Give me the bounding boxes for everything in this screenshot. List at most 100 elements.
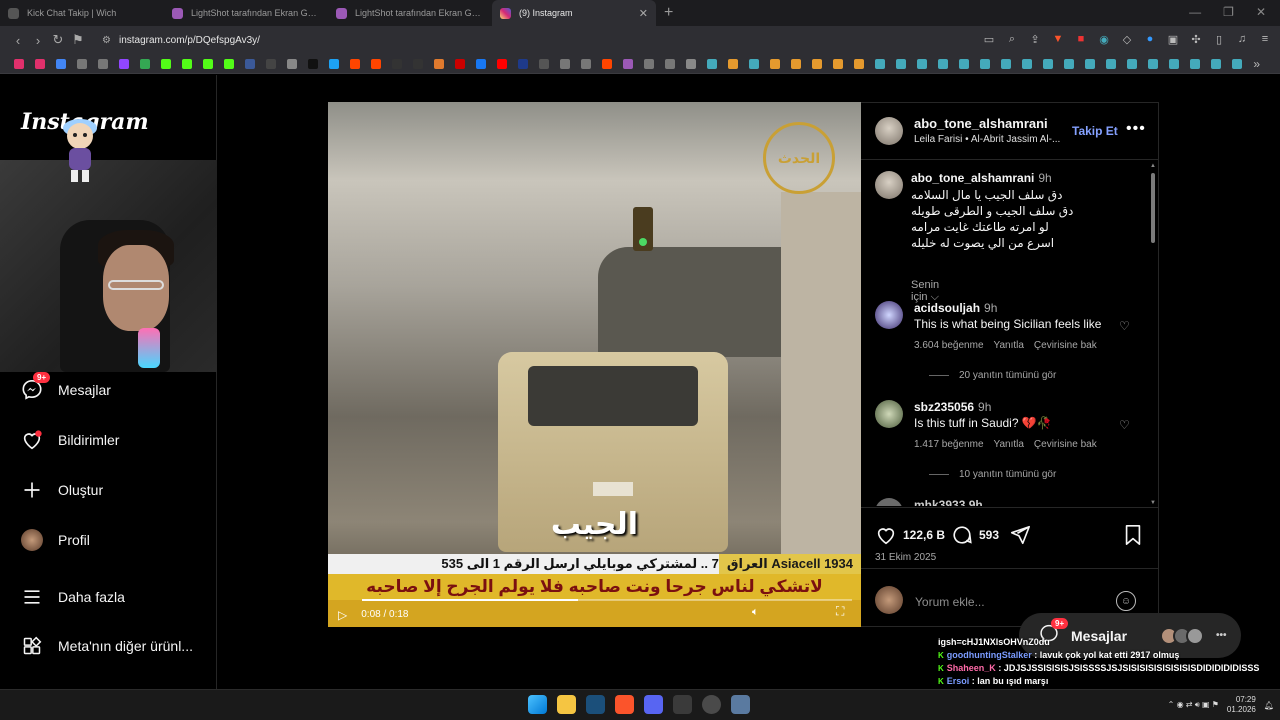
commenter-username[interactable]: sbz235056 (914, 400, 974, 414)
extension-icon[interactable]: ◉ (1097, 32, 1111, 46)
bookmark-icon[interactable]: ⚑ (68, 32, 88, 48)
bookmark-favicon-icon[interactable] (911, 54, 932, 74)
bookmark-favicon-icon[interactable] (386, 54, 407, 74)
bookmark-favicon-icon[interactable] (617, 54, 638, 74)
bookmark-favicon-icon[interactable] (554, 54, 575, 74)
bookmark-favicon-icon[interactable] (344, 54, 365, 74)
comment-input[interactable]: Yorum ekle... (915, 595, 985, 609)
bookmark-favicon-icon[interactable] (722, 54, 743, 74)
bookmark-favicon-icon[interactable] (1163, 54, 1184, 74)
bookmark-favicon-icon[interactable] (743, 54, 764, 74)
bookmark-favicon-icon[interactable] (638, 54, 659, 74)
cast-icon[interactable]: ▭ (982, 32, 996, 46)
extension-icon[interactable]: ■ (1074, 32, 1088, 46)
bookmark-favicon-icon[interactable] (92, 54, 113, 74)
bookmark-favicon-icon[interactable] (1226, 54, 1247, 74)
bookmark-favicon-icon[interactable] (155, 54, 176, 74)
sidebar-item-meta[interactable]: Meta'nın diğer ürünl... (20, 634, 193, 658)
translate-button[interactable]: Çevirisine bak (1034, 340, 1097, 351)
bookmark-favicon-icon[interactable] (533, 54, 554, 74)
app-icon[interactable] (673, 695, 692, 714)
tab-kick-chat[interactable]: Kick Chat Takip | Wich (0, 0, 164, 26)
bookmark-favicon-icon[interactable] (680, 54, 701, 74)
extensions-puzzle-icon[interactable]: ✣ (1189, 32, 1203, 46)
author-avatar[interactable] (875, 117, 903, 145)
scroll-up-icon[interactable]: ▲ (1150, 163, 1156, 169)
bookmark-favicon-icon[interactable] (113, 54, 134, 74)
tray-icons[interactable]: ⌃ ◉ ⇄ 🔊︎ ▣ ⚑ (1168, 700, 1219, 710)
bookmark-favicon-icon[interactable] (491, 54, 512, 74)
reload-icon[interactable]: ↻ (48, 32, 68, 48)
bookmark-favicon-icon[interactable] (785, 54, 806, 74)
media-icon[interactable]: ♫ (1235, 32, 1249, 46)
play-icon[interactable]: ▷ (338, 608, 347, 622)
bookmark-favicon-icon[interactable] (659, 54, 680, 74)
bookmark-favicon-icon[interactable] (512, 54, 533, 74)
discord-icon[interactable] (644, 695, 663, 714)
like-comment-icon[interactable]: ♡ (1119, 418, 1130, 432)
back-icon[interactable]: ‹ (8, 33, 28, 48)
like-button[interactable]: 122,6 B (875, 524, 945, 546)
commenter-avatar[interactable] (875, 301, 903, 329)
bookmark-favicon-icon[interactable] (953, 54, 974, 74)
zoom-icon[interactable]: ⌕ (1005, 32, 1019, 46)
tab-lightshot-2[interactable]: LightShot tarafından Ekran Görüntüs (328, 0, 492, 26)
obs-icon[interactable] (702, 695, 721, 714)
bookmark-favicon-icon[interactable] (260, 54, 281, 74)
bookmark-favicon-icon[interactable] (407, 54, 428, 74)
clock[interactable]: 07:29 01.2026 (1227, 695, 1256, 715)
bookmark-favicon-icon[interactable] (764, 54, 785, 74)
bookmark-favicon-icon[interactable] (50, 54, 71, 74)
caption-username[interactable]: abo_tone_alshamrani (911, 171, 1034, 185)
tab-instagram[interactable]: (9) Instagram ✕ (492, 0, 656, 26)
bookmark-favicon-icon[interactable] (1121, 54, 1142, 74)
bookmark-favicon-icon[interactable] (302, 54, 323, 74)
bookmark-favicon-icon[interactable] (1037, 54, 1058, 74)
comment-likes[interactable]: 3.604 beğenme (914, 340, 984, 351)
view-replies[interactable]: 20 yanıtın tümünü gör (929, 370, 1056, 381)
more-options-icon[interactable]: ••• (1126, 120, 1146, 138)
comment-likes[interactable]: 1.417 beğenme (914, 439, 984, 450)
extension-icon[interactable]: ▣ (1166, 32, 1180, 46)
sidebar-item-create[interactable]: Oluştur (20, 478, 103, 502)
bookmark-favicon-icon[interactable] (71, 54, 92, 74)
view-replies[interactable]: 10 yanıtın tümünü gör (929, 469, 1056, 480)
volume-icon[interactable]: 🔈︎ (752, 606, 759, 619)
bookmark-favicon-icon[interactable] (827, 54, 848, 74)
steam-icon[interactable] (586, 695, 605, 714)
fullscreen-icon[interactable]: ⛶ (836, 604, 844, 619)
bookmark-favicon-icon[interactable] (239, 54, 260, 74)
bookmark-favicon-icon[interactable] (176, 54, 197, 74)
bookmark-favicon-icon[interactable] (8, 54, 29, 74)
bookmark-favicon-icon[interactable] (1100, 54, 1121, 74)
share-icon[interactable]: ⇪ (1028, 32, 1042, 46)
comment-button[interactable]: 593 (951, 524, 999, 546)
like-comment-icon[interactable]: ♡ (1119, 319, 1130, 333)
bookmark-favicon-icon[interactable] (134, 54, 155, 74)
author-username[interactable]: abo_tone_alshamrani (914, 116, 1048, 131)
brave-icon[interactable] (615, 695, 634, 714)
minimize-icon[interactable]: — (1189, 5, 1201, 19)
maximize-icon[interactable]: ❐ (1223, 5, 1234, 19)
sidebar-item-more[interactable]: Daha fazla (20, 585, 125, 609)
bookmark-favicon-icon[interactable] (449, 54, 470, 74)
bookmark-favicon-icon[interactable] (974, 54, 995, 74)
bookmark-favicon-icon[interactable] (323, 54, 344, 74)
bookmark-favicon-icon[interactable] (29, 54, 50, 74)
reply-button[interactable]: Yanıtla (994, 439, 1024, 450)
site-info-icon[interactable]: ⚙ (102, 35, 111, 46)
bookmark-favicon-icon[interactable] (281, 54, 302, 74)
emoji-icon[interactable]: ☺ (1116, 591, 1136, 611)
bookmark-favicon-icon[interactable] (869, 54, 890, 74)
reply-button[interactable]: Yanıtla (994, 340, 1024, 351)
save-button[interactable] (1123, 524, 1143, 546)
sidebar-item-profile[interactable]: Profil (20, 528, 90, 552)
bookmark-favicon-icon[interactable] (197, 54, 218, 74)
close-tab-icon[interactable]: ✕ (639, 7, 648, 20)
audio-track[interactable]: Leila Farisi • Al-Abrit Jassim Al-... (914, 134, 1060, 145)
commenter-username[interactable]: acidsouljah (914, 301, 980, 315)
file-explorer-icon[interactable] (557, 695, 576, 714)
menu-icon[interactable]: ≡ (1258, 32, 1272, 46)
bookmark-favicon-icon[interactable] (470, 54, 491, 74)
bookmark-favicon-icon[interactable] (365, 54, 386, 74)
